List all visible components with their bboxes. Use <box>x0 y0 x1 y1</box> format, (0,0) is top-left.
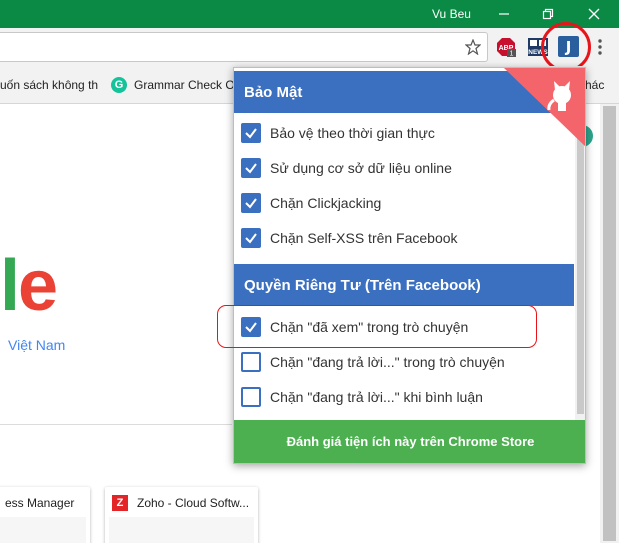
checkbox[interactable] <box>241 352 261 372</box>
adblock-plus-icon[interactable]: ABP 1 <box>496 37 516 57</box>
option-online-database[interactable]: Sử dụng cơ sở dữ liệu online <box>241 157 452 179</box>
option-label: Chặn "đang trả lời..." trong trò chuyện <box>270 354 505 370</box>
tile-thumbnail <box>109 517 254 543</box>
search-box-edge <box>0 424 232 425</box>
star-icon[interactable] <box>465 39 481 55</box>
annotation-highlight <box>217 305 537 348</box>
most-visited-tile[interactable]: Z Zoho - Cloud Softw... <box>105 487 258 543</box>
extension-popup: Bảo Mật Bảo vệ theo thời gian thực Sử dụ… <box>233 67 586 464</box>
zoho-icon: Z <box>112 495 128 511</box>
minimize-icon <box>499 13 509 15</box>
checkbox[interactable] <box>241 193 261 213</box>
checkmark-icon <box>245 128 257 139</box>
close-window-button[interactable] <box>576 0 612 28</box>
checkbox[interactable] <box>241 158 261 178</box>
restore-icon <box>542 8 554 20</box>
bookmark-grammar-check[interactable]: Grammar Check Or <box>134 78 239 92</box>
option-label: Chặn Clickjacking <box>270 195 382 211</box>
tile-thumbnail <box>0 517 86 543</box>
checkbox[interactable] <box>241 387 261 407</box>
option-block-typing-chat[interactable]: Chặn "đang trả lời..." trong trò chuyện <box>241 351 505 373</box>
most-visited-tile[interactable]: ess Manager <box>0 487 90 543</box>
github-corner-ribbon[interactable] <box>504 68 586 148</box>
profile-name[interactable]: Vu Beu <box>432 7 471 21</box>
option-label: Chặn "đang trả lời..." khi bình luận <box>270 389 483 405</box>
option-label: Chặn Self-XSS trên Facebook <box>270 230 458 246</box>
privacy-section-header: Quyền Riêng Tư (Trên Facebook) <box>234 264 574 306</box>
privacy-section-title: Quyền Riêng Tư (Trên Facebook) <box>244 276 481 294</box>
bookmark-item-overflow[interactable]: hác <box>585 78 604 92</box>
option-block-clickjacking[interactable]: Chặn Clickjacking <box>241 192 381 214</box>
option-block-typing-comment[interactable]: Chặn "đang trả lời..." khi bình luận <box>241 386 483 408</box>
option-block-self-xss[interactable]: Chặn Self-XSS trên Facebook <box>241 227 458 249</box>
tile-label: ess Manager <box>5 496 75 510</box>
annotation-circle <box>541 22 591 72</box>
checkbox[interactable] <box>241 228 261 248</box>
page-scrollbar-thumb[interactable] <box>603 106 616 541</box>
checkmark-icon <box>245 233 257 244</box>
security-section-title: Bảo Mật <box>244 83 303 101</box>
menu-icon[interactable] <box>596 38 604 56</box>
checkmark-icon <box>245 163 257 174</box>
address-bar[interactable] <box>0 32 488 62</box>
option-realtime-protection[interactable]: Bảo vệ theo thời gian thực <box>241 122 435 144</box>
tile-label: Zoho - Cloud Softw... <box>137 496 250 510</box>
google-logo: le <box>0 246 58 326</box>
grammarly-icon: G <box>111 77 127 93</box>
close-icon <box>588 8 600 20</box>
browser-window: Vu Beu ABP 1 NEWS J uốn sách không th G … <box>0 0 619 543</box>
checkbox[interactable] <box>241 123 261 143</box>
option-label: Sử dụng cơ sở dữ liệu online <box>270 160 452 176</box>
title-bar: Vu Beu <box>0 0 619 28</box>
bookmark-item[interactable]: uốn sách không th <box>0 78 98 92</box>
svg-text:1: 1 <box>510 51 514 58</box>
option-label: Bảo vệ theo thời gian thực <box>270 125 435 141</box>
minimize-button[interactable] <box>486 0 522 28</box>
region-label: Việt Nam <box>8 337 66 353</box>
checkmark-icon <box>245 198 257 209</box>
rate-on-chrome-store-button[interactable]: Đánh giá tiện ích này trên Chrome Store <box>234 420 585 463</box>
